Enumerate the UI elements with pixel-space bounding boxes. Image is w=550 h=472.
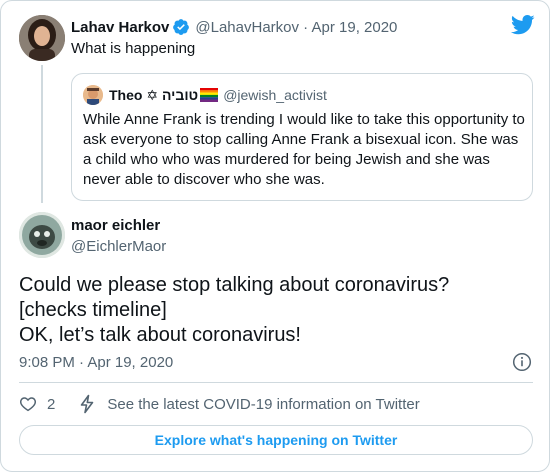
parent-author-avatar[interactable] (19, 15, 65, 61)
main-tweet-line: [checks timeline] (19, 299, 167, 321)
embedded-tweet-card: Lahav Harkov @LahavHarkov · Apr 19, 2020… (0, 0, 550, 472)
rainbow-flag-icon (200, 88, 219, 102)
heart-icon (20, 397, 36, 412)
lightning-icon (81, 394, 94, 414)
quoted-tweet-header: Theo ✡ טוביה @jewish_activist (83, 85, 327, 105)
quoted-tweet[interactable]: Theo ✡ טוביה @jewish_activist While Anne… (71, 73, 533, 201)
explore-button[interactable]: Explore what's happening on Twitter (19, 425, 533, 455)
covid-info-link[interactable]: See the latest COVID-19 information on T… (79, 394, 420, 414)
quoted-author-name[interactable]: Theo ✡ טוביה (109, 87, 198, 104)
main-author-name[interactable]: maor eichler (71, 217, 160, 234)
quoted-tweet-text: While Anne Frank is trending I would lik… (83, 111, 525, 188)
parent-author-name[interactable]: Lahav Harkov (71, 19, 169, 36)
quoted-author-handle[interactable]: @jewish_activist (223, 87, 327, 103)
verified-badge-icon (172, 18, 190, 36)
parent-tweet-text: What is happening (71, 40, 196, 57)
parent-tweet-header: Lahav Harkov @LahavHarkov · Apr 19, 2020 (71, 17, 397, 37)
info-icon[interactable] (512, 352, 532, 372)
divider (19, 382, 533, 383)
main-tweet-line: Could we please stop talking about coron… (19, 274, 450, 296)
parent-handle-date[interactable]: @LahavHarkov · Apr 19, 2020 (195, 19, 397, 36)
main-author-avatar[interactable] (19, 212, 65, 258)
thread-connector-line (41, 65, 43, 203)
main-tweet-text: Could we please stop talking about coron… (19, 273, 449, 348)
quoted-author-avatar (83, 85, 103, 105)
main-tweet-line: OK, let’s talk about coronavirus! (19, 324, 301, 346)
tweet-actions: 2 See the latest COVID-19 information on… (19, 393, 420, 415)
covid-info-text: See the latest COVID-19 information on T… (107, 395, 420, 413)
tweet-timestamp[interactable]: 9:08 PM · Apr 19, 2020 (19, 354, 173, 371)
twitter-bird-icon[interactable] (511, 15, 535, 35)
like-button[interactable]: 2 (19, 395, 55, 413)
main-author-handle[interactable]: @EichlerMaor (71, 238, 166, 255)
like-count: 2 (47, 395, 56, 413)
